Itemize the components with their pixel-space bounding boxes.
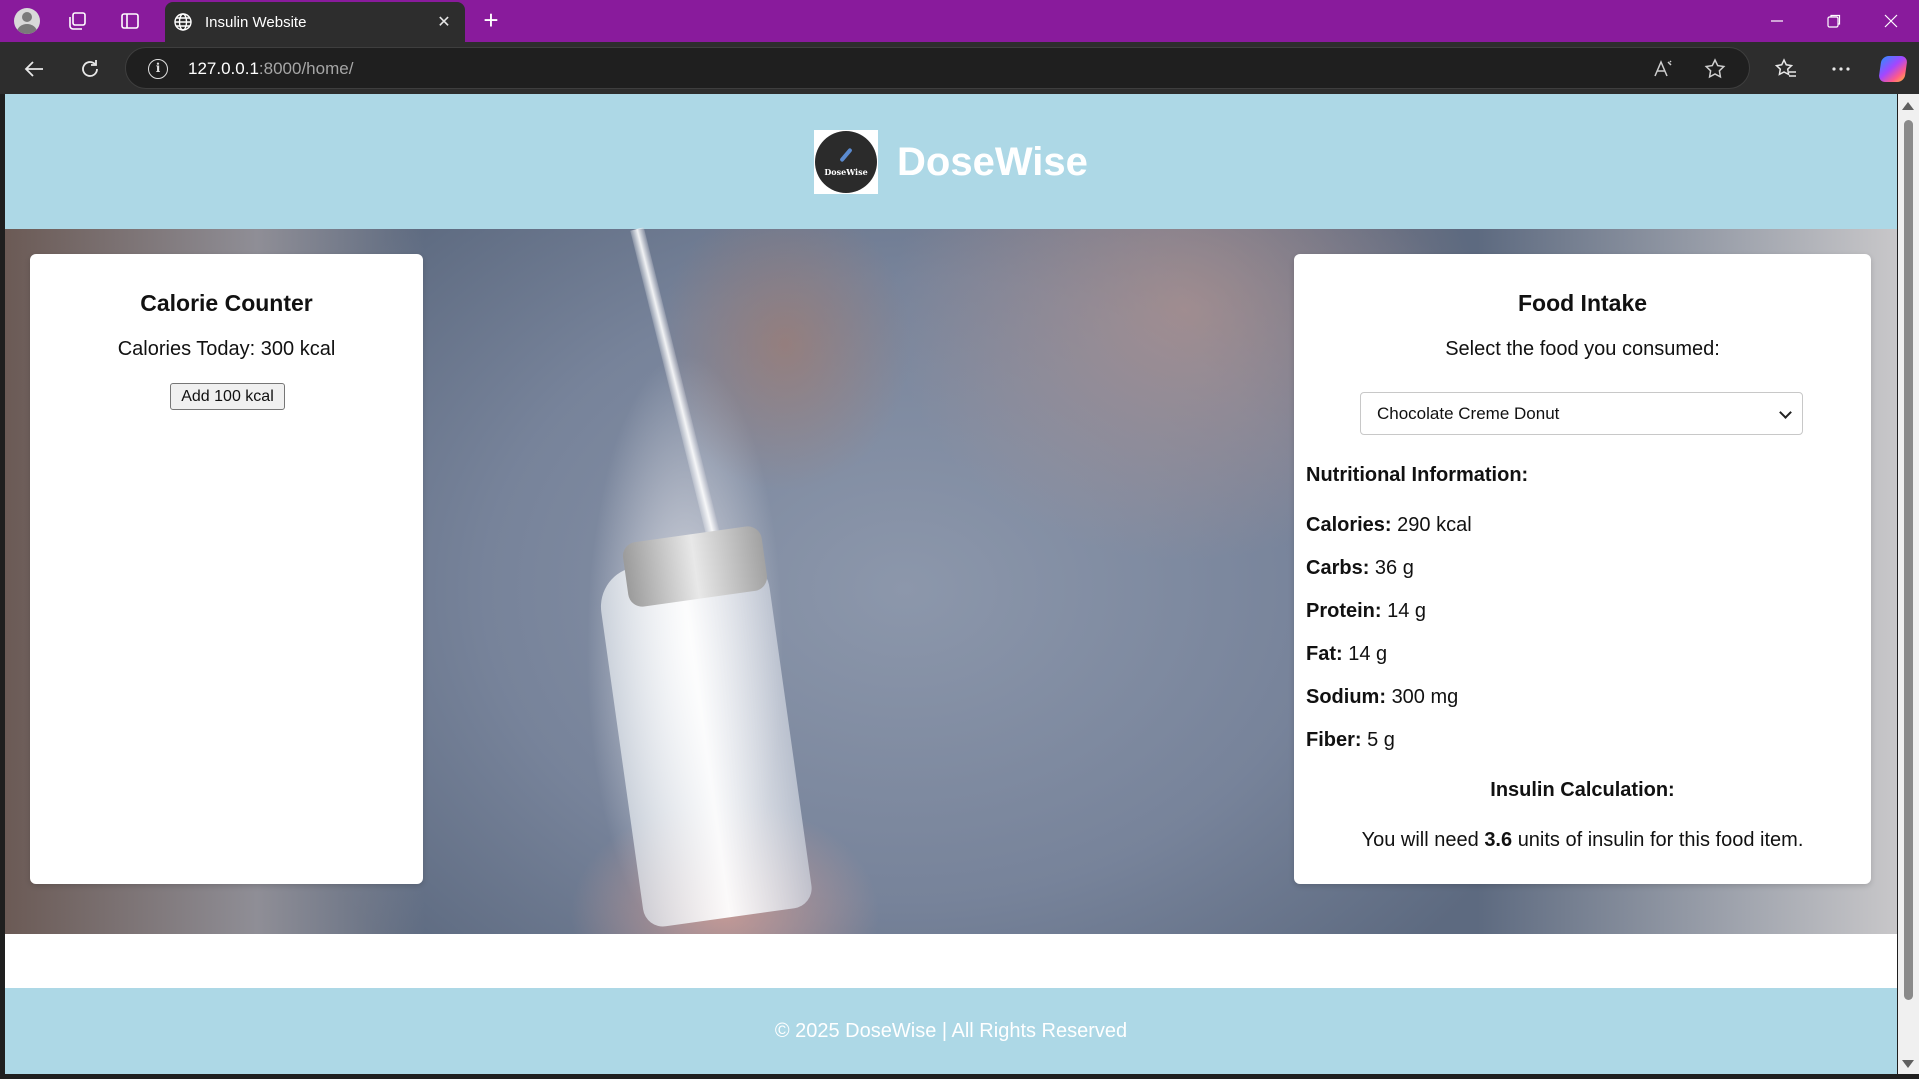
- nutrition-row-sodium: Sodium: 300 mg: [1306, 686, 1459, 708]
- bottom-card: [30, 936, 1871, 996]
- calorie-counter-card: Calorie Counter Calories Today: 300 kcal…: [30, 254, 423, 884]
- insulin-heading: Insulin Calculation:: [1490, 779, 1675, 801]
- add-100-kcal-button[interactable]: Add 100 kcal: [170, 383, 285, 410]
- back-icon[interactable]: [19, 54, 49, 84]
- food-intake-card: Food Intake Select the food you consumed…: [1294, 254, 1871, 884]
- new-tab-button[interactable]: +: [476, 6, 506, 36]
- browser-toolbar: i 127.0.0.1:8000/home/: [0, 42, 1919, 94]
- calories-today-value: 300 kcal: [260, 338, 336, 360]
- insulin-result: You will need 3.6 units of insulin for t…: [1361, 829, 1804, 851]
- info-icon[interactable]: i: [148, 59, 168, 79]
- insulin-vial: [595, 548, 815, 930]
- tab-insulin-website[interactable]: Insulin Website ✕: [165, 2, 465, 42]
- read-aloud-icon[interactable]: [1650, 56, 1676, 82]
- dosewise-logo: DoseWise: [814, 130, 878, 194]
- nutrition-heading: Nutritional Information:: [1306, 464, 1529, 486]
- food-select-value: Chocolate Creme Donut: [1377, 404, 1560, 423]
- tab-actions-icon[interactable]: [117, 8, 143, 34]
- browser-titlebar: Insulin Website ✕ +: [0, 0, 1919, 42]
- nutrition-row-fiber: Fiber: 5 g: [1306, 729, 1395, 751]
- page-scrollbar[interactable]: [1898, 94, 1919, 1074]
- close-tab-icon[interactable]: ✕: [433, 11, 455, 33]
- insulin-units-value: 3.6: [1484, 829, 1513, 851]
- address-bar[interactable]: i 127.0.0.1:8000/home/: [125, 47, 1750, 89]
- favorites-icon[interactable]: [1771, 54, 1801, 84]
- globe-icon: [173, 12, 193, 32]
- site-title: DoseWise: [897, 140, 1088, 184]
- favorite-star-icon[interactable]: [1702, 56, 1728, 82]
- scroll-down-icon[interactable]: [1902, 1060, 1914, 1068]
- workspaces-icon[interactable]: [64, 8, 90, 34]
- syringe-needle: [630, 227, 724, 551]
- insulin-pen-icon: [839, 147, 853, 163]
- nutrition-row-calories: Calories: 290 kcal: [1306, 514, 1472, 536]
- refresh-icon[interactable]: [75, 54, 105, 84]
- calorie-counter-title: Calorie Counter: [140, 290, 313, 316]
- food-select-prompt: Select the food you consumed:: [1445, 338, 1720, 360]
- url-text[interactable]: 127.0.0.1:8000/home/: [188, 59, 353, 79]
- tab-title: Insulin Website: [205, 13, 307, 31]
- scroll-up-icon[interactable]: [1902, 102, 1914, 110]
- nutrition-row-carbs: Carbs: 36 g: [1306, 557, 1414, 579]
- minimize-icon[interactable]: [1757, 5, 1797, 37]
- chevron-down-icon: [1779, 406, 1792, 419]
- profile-icon[interactable]: [14, 8, 40, 34]
- food-intake-title: Food Intake: [1517, 290, 1648, 316]
- scrollbar-thumb[interactable]: [1904, 120, 1913, 1000]
- footer-copyright: © 2025 DoseWise | All Rights Reserved: [774, 1020, 1128, 1042]
- site-header: DoseWise DoseWise: [5, 94, 1897, 229]
- more-icon[interactable]: [1826, 54, 1856, 84]
- restore-icon[interactable]: [1814, 5, 1854, 37]
- calories-today: Calories Today: 300 kcal: [117, 338, 336, 360]
- nutrition-row-fat: Fat: 14 g: [1306, 643, 1388, 665]
- copilot-icon[interactable]: [1878, 54, 1908, 84]
- close-window-icon[interactable]: [1871, 5, 1911, 37]
- page-viewport: DoseWise DoseWise Calorie Counter Calori…: [5, 94, 1897, 1074]
- nutrition-row-protein: Protein: 14 g: [1306, 600, 1427, 622]
- food-select-dropdown[interactable]: Chocolate Creme Donut: [1360, 392, 1803, 435]
- site-footer: © 2025 DoseWise | All Rights Reserved: [5, 988, 1897, 1074]
